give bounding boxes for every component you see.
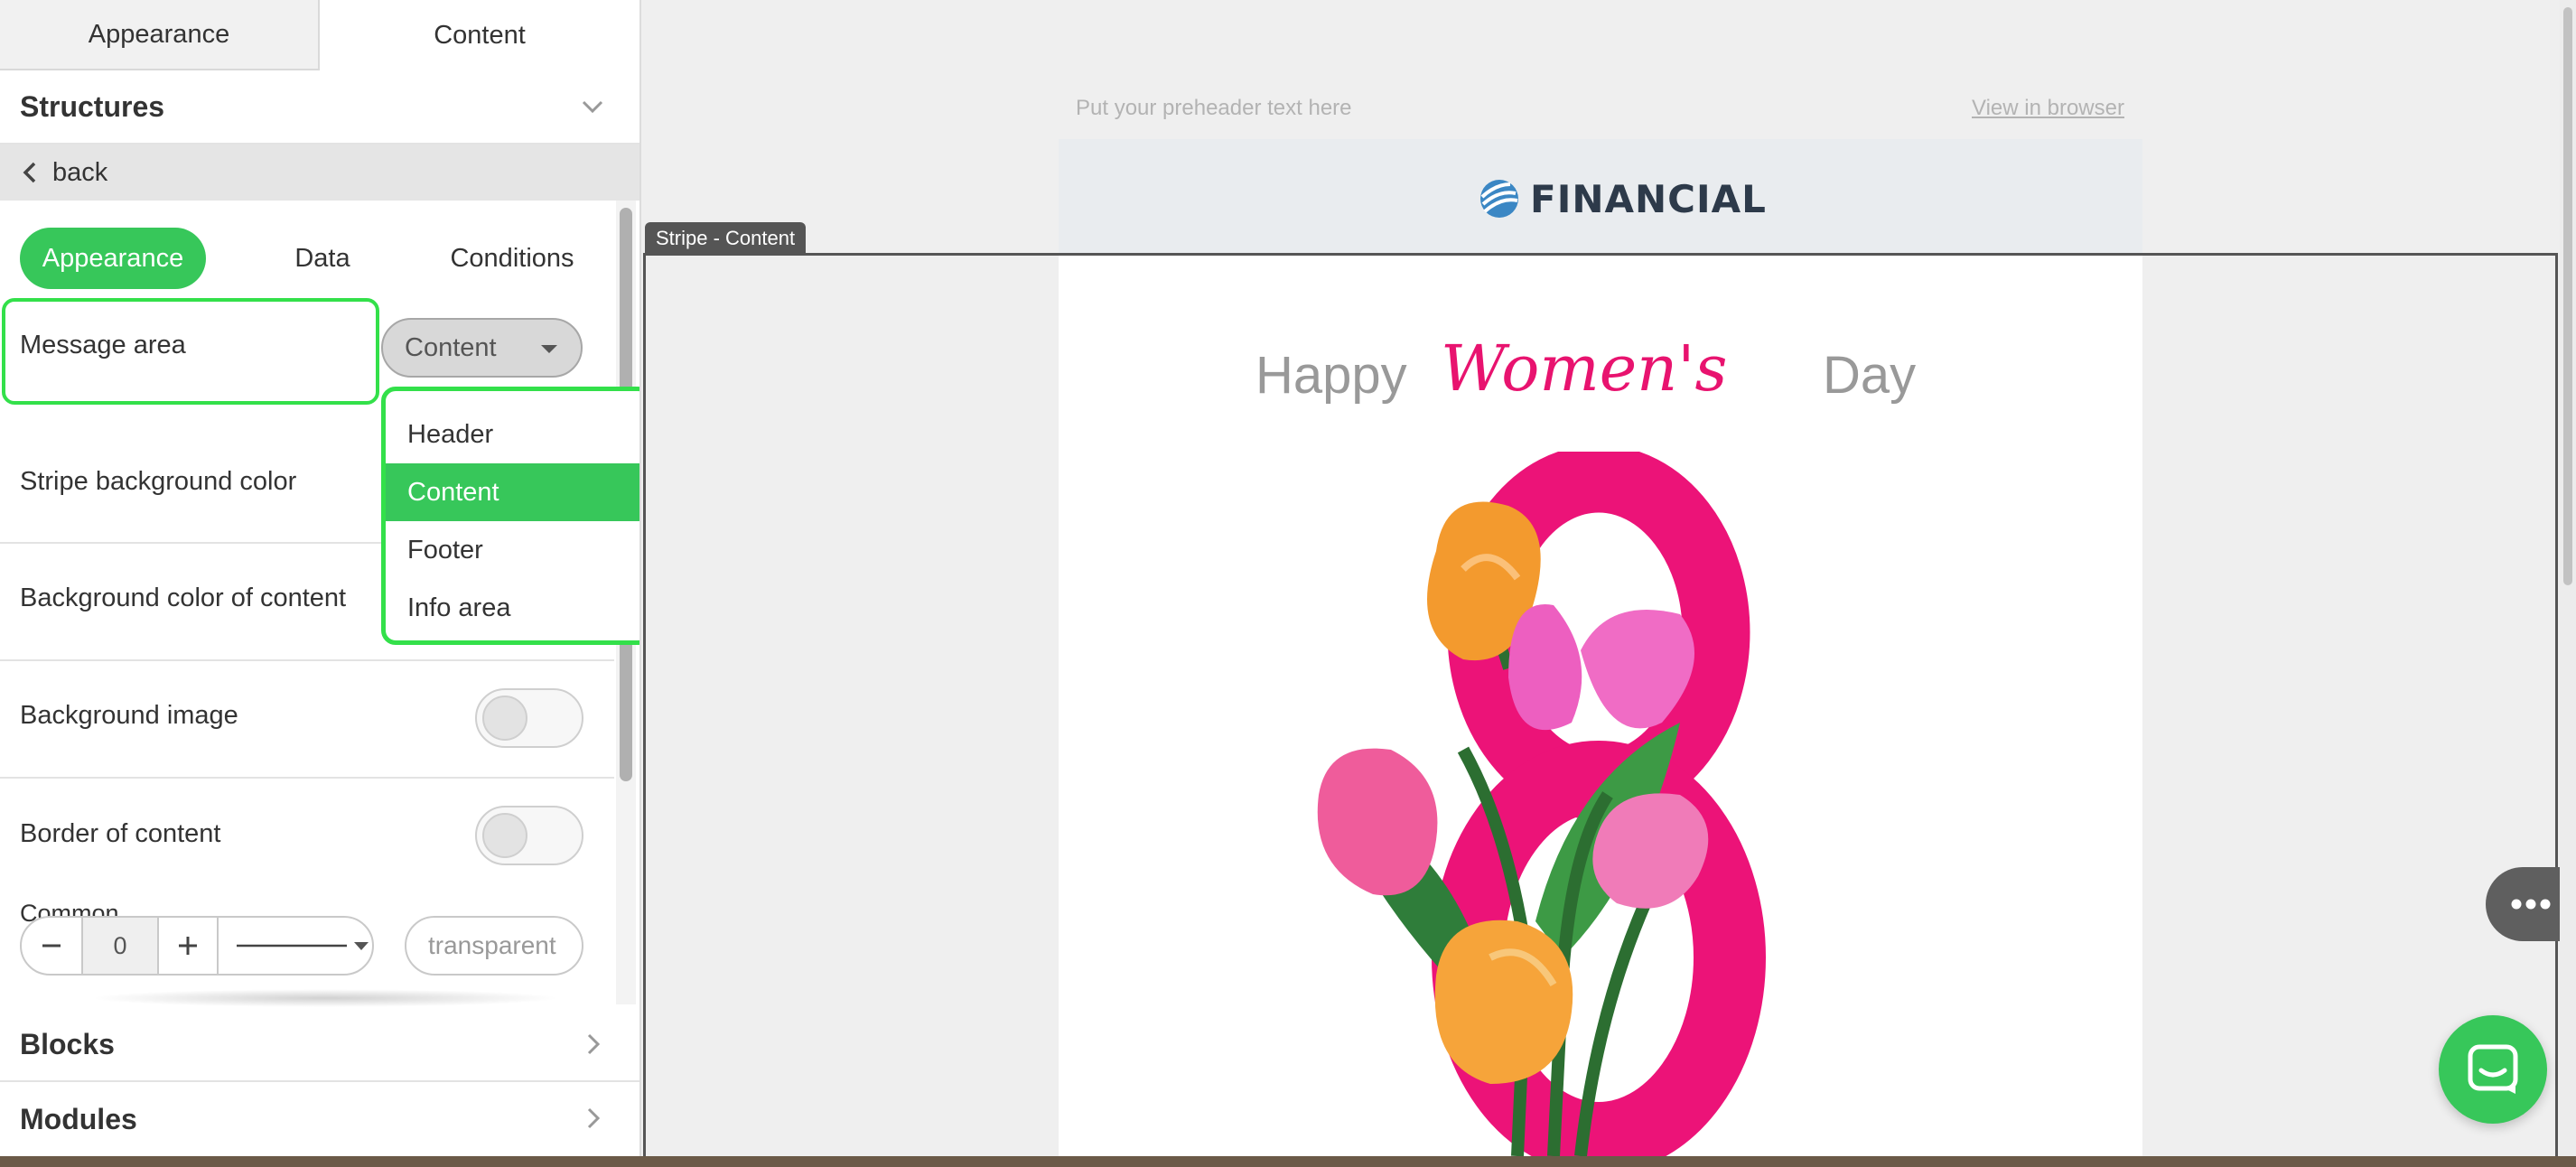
minus-icon xyxy=(42,944,61,948)
preheader-text[interactable]: Put your preheader text here xyxy=(1076,96,1352,121)
canvas-scrollbar-thumb[interactable] xyxy=(2563,7,2572,585)
chat-icon xyxy=(2468,1044,2518,1094)
border-width-value[interactable]: 0 xyxy=(81,918,159,974)
structures-title: Structures xyxy=(20,89,165,123)
structures-header[interactable]: Structures xyxy=(0,70,639,145)
border-content-toggle[interactable] xyxy=(475,806,583,865)
chevron-down-icon xyxy=(582,100,603,114)
stripe-label: Stripe - Content xyxy=(645,222,807,255)
dropdown-option-header[interactable]: Header xyxy=(386,406,639,463)
message-area-value: Content xyxy=(405,332,497,362)
bg-image-label: Background image xyxy=(20,701,238,730)
border-color-input[interactable]: transparent xyxy=(405,916,583,976)
chat-support-button[interactable] xyxy=(2439,1015,2547,1124)
dropdown-option-footer[interactable]: Footer xyxy=(386,521,639,579)
settings-tab-data[interactable]: Data xyxy=(246,228,399,289)
chevron-right-icon xyxy=(587,1107,601,1129)
increment-button[interactable] xyxy=(159,918,219,974)
bg-image-toggle[interactable] xyxy=(475,688,583,748)
modules-title: Modules xyxy=(20,1102,137,1135)
settings-panel: Appearance Content Structures back Appea… xyxy=(0,0,641,1167)
border-content-label: Border of content xyxy=(20,819,221,848)
plus-icon xyxy=(179,937,197,955)
stripe-bg-label: Stripe background color xyxy=(20,467,297,496)
modules-header[interactable]: Modules xyxy=(0,1082,639,1156)
border-style-select[interactable] xyxy=(220,918,372,974)
tab-appearance[interactable]: Appearance xyxy=(0,0,320,70)
window-bottom-edge xyxy=(0,1156,2576,1167)
financial-logo[interactable]: FINANCIAL xyxy=(1478,173,1767,224)
back-button[interactable]: back xyxy=(0,145,639,201)
view-in-browser-link[interactable]: View in browser xyxy=(1972,96,2124,121)
blocks-title: Blocks xyxy=(20,1027,115,1060)
settings-tab-appearance[interactable]: Appearance xyxy=(20,228,206,289)
back-label: back xyxy=(52,157,108,187)
line-style-icon xyxy=(237,942,369,950)
more-horizontal-icon xyxy=(2511,899,2551,910)
chevron-left-icon xyxy=(23,162,36,183)
toggle-knob xyxy=(482,696,527,741)
message-area-select[interactable]: Content xyxy=(381,318,583,378)
scroll-shadow xyxy=(90,989,560,1007)
toggle-knob xyxy=(482,813,527,858)
message-area-label: Message area xyxy=(20,331,186,359)
border-width-stepper: 0 xyxy=(20,916,374,976)
globe-logo-icon xyxy=(1480,180,1518,218)
decrement-button[interactable] xyxy=(22,918,81,974)
selected-stripe-outline xyxy=(643,253,2558,1167)
top-tabs: Appearance Content xyxy=(0,0,639,70)
chevron-right-icon xyxy=(587,1033,601,1055)
settings-tabs: Appearance Data Conditions xyxy=(20,228,607,289)
content-bg-label: Background color of content xyxy=(20,584,347,612)
dropdown-option-content[interactable]: Content xyxy=(386,463,639,521)
message-area-dropdown: Header Content Footer Info area xyxy=(381,387,639,645)
dropdown-option-info-area[interactable]: Info area xyxy=(386,579,639,637)
tab-content[interactable]: Content xyxy=(320,0,639,70)
logo-text: FINANCIAL xyxy=(1530,176,1767,221)
settings-tab-conditions[interactable]: Conditions xyxy=(417,228,607,289)
bg-image-row: Background image xyxy=(0,661,614,779)
caret-down-icon xyxy=(541,345,557,353)
blocks-header[interactable]: Blocks xyxy=(0,1008,639,1082)
